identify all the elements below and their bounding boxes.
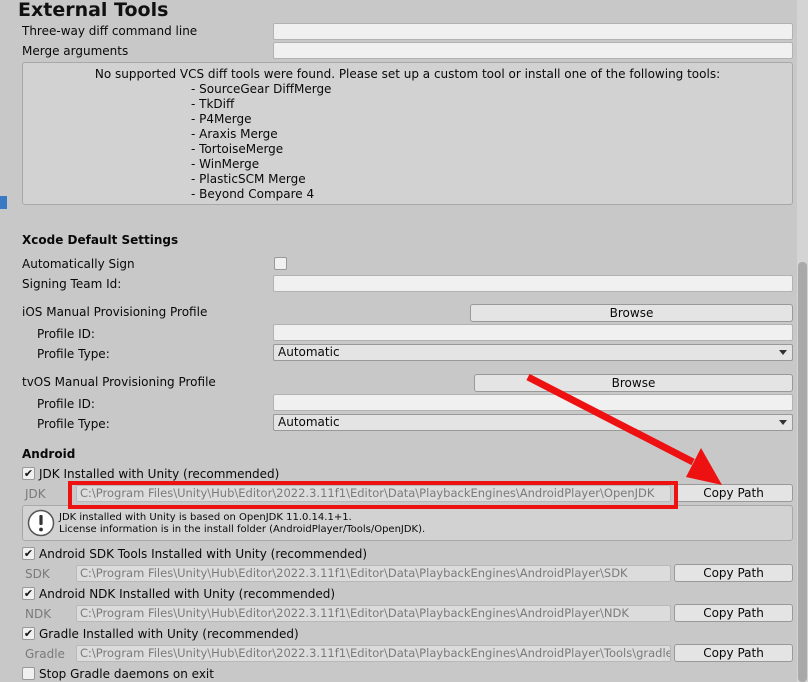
ndk-path-field[interactable]: C:\Program Files\Unity\Hub\Editor\2022.3… [76,605,671,622]
merge-arguments-input[interactable] [273,42,793,59]
ndk-copy-path-button[interactable]: Copy Path [674,604,793,622]
sdk-field-label: SDK [25,567,50,581]
jdk-copy-path-button[interactable]: Copy Path [674,484,793,502]
ndk-checkbox-label: Android NDK Installed with Unity (recomm… [39,587,336,601]
jdk-checkbox-label: JDK Installed with Unity (recommended) [39,467,280,481]
stop-gradle-checkbox[interactable] [22,667,35,680]
sdk-copy-path-button[interactable]: Copy Path [674,564,793,582]
jdk-field-label: JDK [25,487,46,501]
vcs-tool-item: - PlasticSCM Merge [191,172,306,186]
tvos-profile-id-input[interactable] [273,394,793,411]
gradle-copy-path-button[interactable]: Copy Path [674,644,793,662]
android-section-title: Android [22,447,76,461]
tvos-profile-label: tvOS Manual Provisioning Profile [22,375,216,389]
annotation-highlight-box [68,481,678,509]
ndk-field-label: NDK [25,607,52,621]
info-icon [27,509,55,537]
signing-team-input[interactable] [273,275,793,292]
gradle-field-label: Gradle [25,647,65,661]
vcs-tool-item: - TkDiff [191,97,235,111]
ios-profile-type-label: Profile Type: [37,347,110,361]
chevron-down-icon [779,420,787,425]
scrollbar-thumb[interactable] [798,262,807,682]
stop-gradle-label: Stop Gradle daemons on exit [39,667,214,681]
sdk-path-field[interactable]: C:\Program Files\Unity\Hub\Editor\2022.3… [76,565,671,582]
auto-sign-checkbox[interactable] [274,257,287,270]
ndk-checkbox[interactable]: ✔ [22,587,35,600]
vcs-help-box: No supported VCS diff tools were found. … [22,62,793,205]
vcs-tools-list: - SourceGear DiffMerge - TkDiff - P4Merge -… [191,82,331,202]
tvos-profile-type-value: Automatic [278,415,340,429]
signing-team-label: Signing Team Id: [22,277,122,291]
sdk-checkbox-label: Android SDK Tools Installed with Unity (… [39,547,368,561]
vcs-tool-item: - WinMerge [191,157,260,171]
auto-sign-label: Automatically Sign [22,257,135,271]
jdk-checkbox[interactable]: ✔ [22,467,35,480]
page-title: External Tools [18,0,169,21]
ios-profile-id-input[interactable] [273,324,793,341]
tvos-profile-id-label: Profile ID: [37,397,95,411]
gradle-checkbox-label: Gradle Installed with Unity (recommended… [39,627,299,641]
gradle-path-field[interactable]: C:\Program Files\Unity\Hub\Editor\2022.3… [76,645,671,662]
tvos-browse-button[interactable]: Browse [474,374,793,392]
vcs-tool-item: - Araxis Merge [191,127,278,141]
tvos-profile-type-dropdown[interactable]: Automatic [273,414,793,431]
ios-browse-button[interactable]: Browse [470,304,793,322]
vcs-tool-item: - Beyond Compare 4 [191,187,315,201]
merge-arguments-label: Merge arguments [22,44,129,58]
tvos-profile-type-label: Profile Type: [37,417,110,431]
ios-profile-type-value: Automatic [278,345,340,359]
chevron-down-icon [779,350,787,355]
gradle-checkbox[interactable]: ✔ [22,627,35,640]
ios-profile-id-label: Profile ID: [37,327,95,341]
ios-profile-type-dropdown[interactable]: Automatic [273,344,793,361]
selection-marker [0,196,7,209]
vcs-tool-item: - P4Merge [191,112,252,126]
ios-profile-label: iOS Manual Provisioning Profile [22,305,208,319]
xcode-section-title: Xcode Default Settings [22,233,179,247]
vcs-tool-item: - TortoiseMerge [191,142,284,156]
three-way-diff-label: Three-way diff command line [22,24,198,38]
jdk-info-box: JDK installed with Unity is based on Ope… [22,505,793,541]
jdk-info-line2: License information is in the install fo… [59,524,426,535]
vcs-tool-item: - SourceGear DiffMerge [191,82,332,96]
three-way-diff-input[interactable] [273,23,793,40]
jdk-info-line1: JDK installed with Unity is based on Ope… [59,512,352,523]
sdk-checkbox[interactable]: ✔ [22,547,35,560]
arrow-head-icon [686,448,722,485]
vcs-help-message: No supported VCS diff tools were found. … [94,67,721,81]
